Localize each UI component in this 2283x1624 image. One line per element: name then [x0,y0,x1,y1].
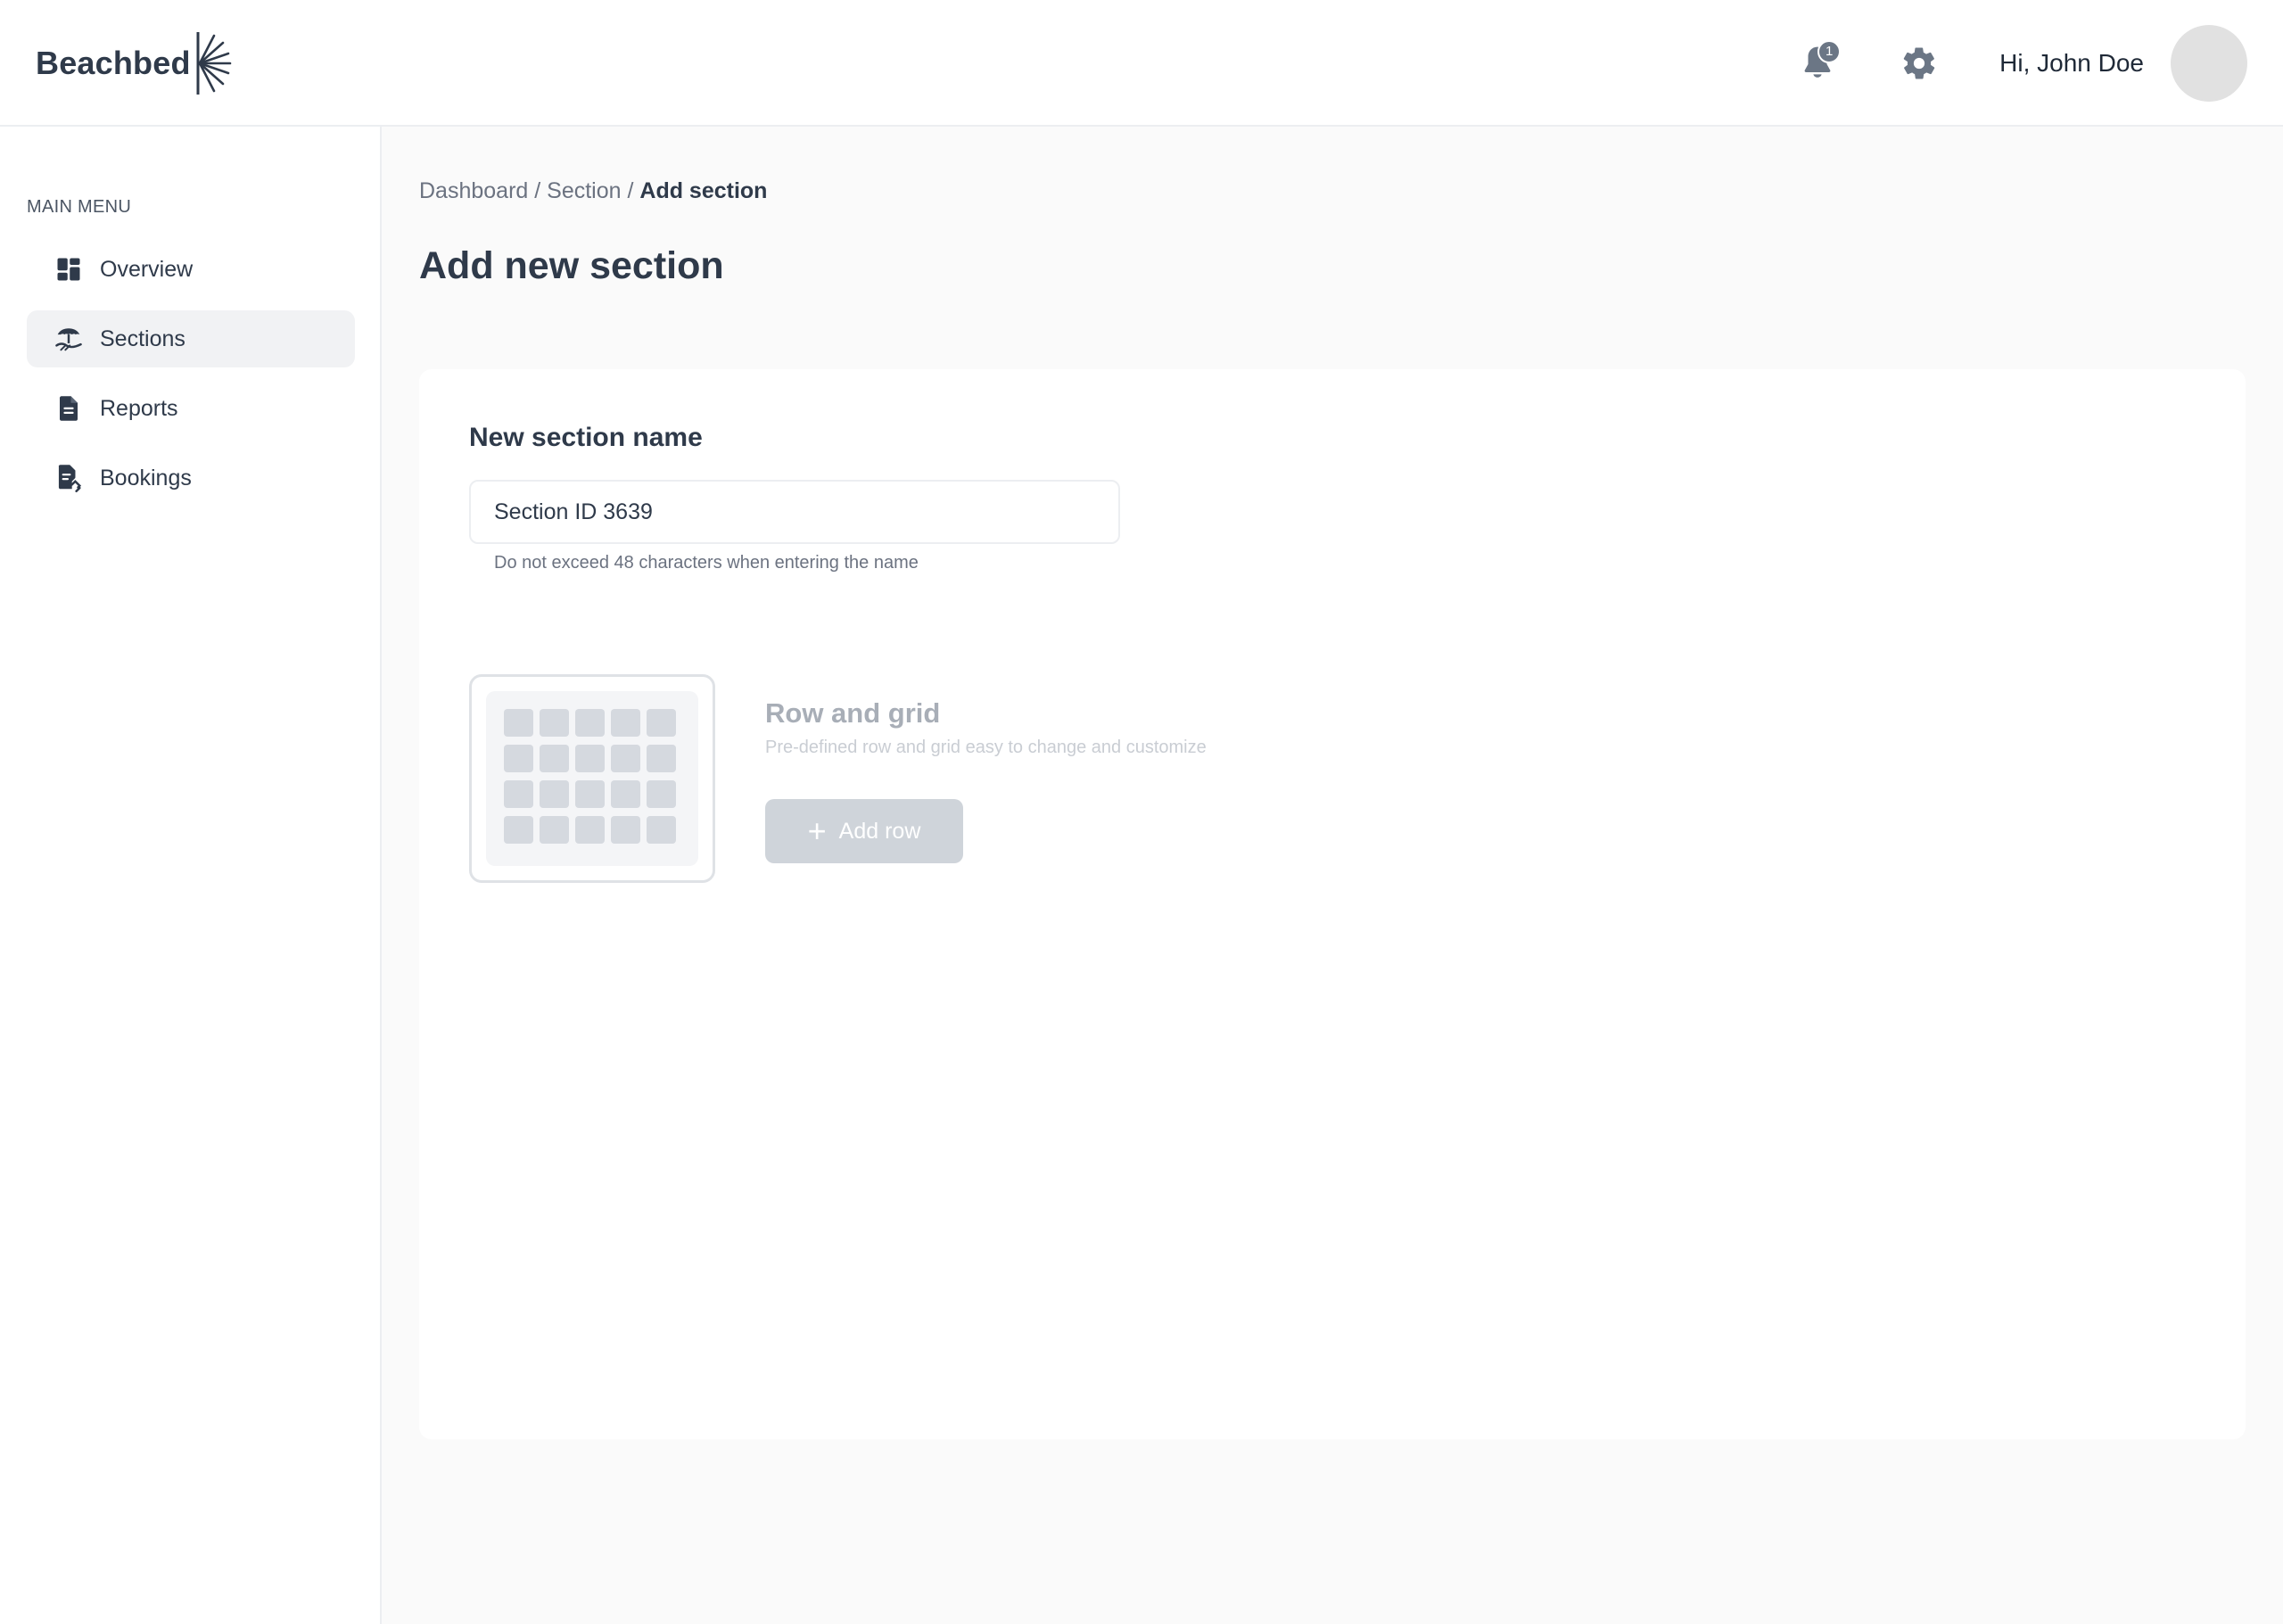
main-menu-title: MAIN MENU [27,197,132,217]
plus-icon: + [807,812,827,849]
breadcrumb-separator: / [621,178,640,203]
document-icon [54,393,84,424]
settings-button[interactable] [1894,38,1944,88]
notifications-button[interactable]: 1 [1793,38,1842,88]
logo[interactable]: Beachbed [36,30,232,96]
sidebar-item-label: Sections [100,326,185,351]
add-row-button[interactable]: + Add row [765,799,963,863]
breadcrumb-separator: / [528,178,548,203]
user-greeting: Hi, John Doe [1999,49,2144,77]
breadcrumb-dashboard-link[interactable]: Dashboard [419,178,528,203]
page-title: Add new section [419,244,724,287]
header-actions: 1 Hi, John Doe [1793,24,2247,103]
breadcrumb: Dashboard / Section / Add section [419,178,767,204]
top-bar: Beachbed 1 Hi, John Doe [0,0,2283,127]
sidebar-item-bookings[interactable]: Bookings [27,449,355,507]
sidebar-item-label: Bookings [100,465,192,490]
breadcrumb-current: Add section [639,178,768,203]
avatar[interactable] [2171,25,2247,102]
row-grid-title: Row and grid [765,697,941,729]
row-grid-thumbnail [469,674,715,883]
section-name-input[interactable] [469,480,1120,544]
grid-preview-icon [486,691,698,866]
sidebar-item-label: Reports [100,395,178,421]
sidebar-item-overview[interactable]: Overview [27,241,355,298]
notification-count-badge: 1 [1817,40,1842,63]
section-form-card: New section name Do not exceed 48 charac… [419,369,2246,1439]
sidebar-item-label: Overview [100,256,194,282]
sidebar-nav: Overview Sections Reports Bookings [27,241,355,519]
section-name-hint: Do not exceed 48 characters when enterin… [494,553,919,573]
sidebar: MAIN MENU Overview Sections Reports Book… [0,127,382,1624]
gear-icon [1903,47,1935,79]
breadcrumb-section-link[interactable]: Section [547,178,621,203]
dashboard-icon [54,254,84,284]
main-content: Dashboard / Section / Add section Add ne… [383,127,2283,1624]
add-row-label: Add row [838,818,921,844]
sidebar-item-sections[interactable]: Sections [27,310,355,367]
sidebar-item-reports[interactable]: Reports [27,380,355,437]
beach-umbrella-icon [54,324,84,354]
receipt-icon [54,463,84,493]
sunburst-logo-icon [196,32,231,95]
brand-name: Beachbed [36,45,191,81]
section-name-label: New section name [469,423,703,452]
row-grid-description: Pre-defined row and grid easy to change … [765,738,1207,757]
